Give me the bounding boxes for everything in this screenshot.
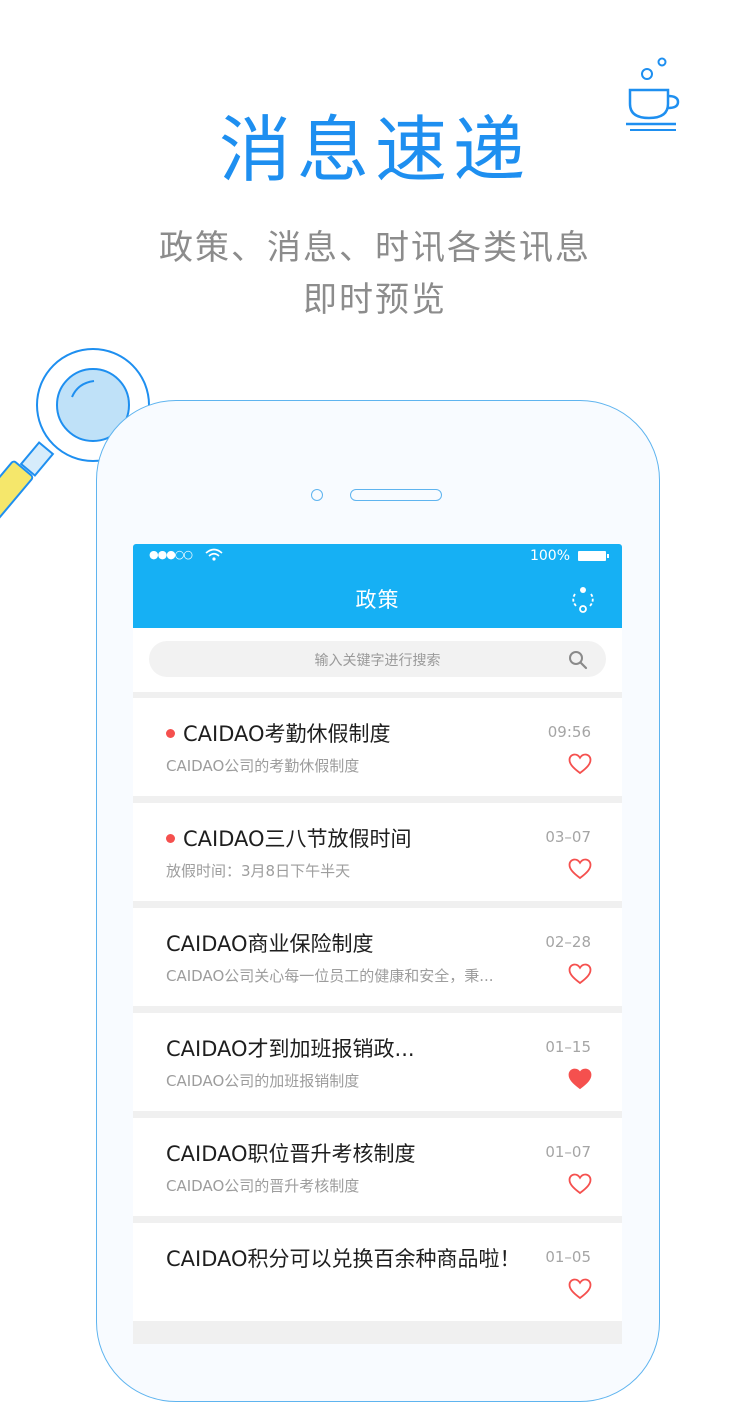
item-subtitle: CAIDAO公司的考勤休假制度 bbox=[166, 757, 360, 775]
search-bar: 输入关键字进行搜索 bbox=[133, 628, 622, 692]
item-date: 01–15 bbox=[545, 1038, 591, 1056]
heart-outline-icon[interactable] bbox=[568, 963, 592, 985]
list-item[interactable]: CAIDAO三八节放假时间 放假时间：3月8日下午半天 03–07 bbox=[133, 803, 622, 901]
search-placeholder: 输入关键字进行搜索 bbox=[314, 653, 441, 669]
list-item[interactable]: CAIDAO积分可以兑换百余种商品啦！ 01–05 bbox=[133, 1223, 622, 1321]
item-subtitle: 放假时间：3月8日下午半天 bbox=[166, 862, 351, 880]
page-title: 政策 bbox=[355, 588, 400, 612]
search-input[interactable]: 输入关键字进行搜索 bbox=[149, 641, 606, 677]
item-date: 09:56 bbox=[547, 723, 591, 741]
item-title: CAIDAO三八节放假时间 bbox=[183, 827, 412, 851]
promo-subline: 政策、消息、时讯各类讯息 bbox=[159, 228, 591, 268]
item-subtitle: CAIDAO公司的加班报销制度 bbox=[166, 1072, 360, 1090]
item-date: 03–07 bbox=[545, 828, 591, 846]
item-title: CAIDAO积分可以兑换百余种商品啦！ bbox=[166, 1247, 521, 1271]
unread-dot bbox=[166, 834, 175, 843]
list-item[interactable]: CAIDAO才到加班报销政... CAIDAO公司的加班报销制度 01–15 bbox=[133, 1013, 622, 1111]
signal-icon: ●●●○○ bbox=[149, 548, 193, 561]
heart-outline-icon[interactable] bbox=[568, 1173, 592, 1195]
nav-bar: 政策 bbox=[133, 568, 622, 628]
search-icon[interactable] bbox=[568, 650, 588, 670]
item-title: CAIDAO商业保险制度 bbox=[166, 932, 374, 956]
refresh-people-icon[interactable] bbox=[568, 584, 598, 614]
battery-percent: 100% bbox=[529, 548, 570, 564]
item-subtitle: CAIDAO公司的晋升考核制度 bbox=[166, 1177, 360, 1195]
item-title: CAIDAO职位晋升考核制度 bbox=[166, 1142, 416, 1166]
phone-speaker bbox=[350, 489, 442, 501]
heart-outline-icon[interactable] bbox=[568, 753, 592, 775]
list-item[interactable]: CAIDAO考勤休假制度 CAIDAO公司的考勤休假制度 09:56 bbox=[133, 698, 622, 796]
item-title: CAIDAO才到加班报销政... bbox=[166, 1037, 415, 1061]
list-item[interactable]: CAIDAO商业保险制度 CAIDAO公司关心每一位员工的健康和安全，秉... … bbox=[133, 908, 622, 1006]
list-item[interactable]: CAIDAO职位晋升考核制度 CAIDAO公司的晋升考核制度 01–07 bbox=[133, 1118, 622, 1216]
status-bar: ●●●○○ 100% bbox=[133, 544, 622, 568]
heart-outline-icon[interactable] bbox=[568, 858, 592, 880]
wifi-icon bbox=[205, 548, 223, 561]
unread-dot bbox=[166, 729, 175, 738]
app-screen: ●●●○○ 100% 政策 输入关键字进行搜索 CAIDAO考勤休假制度 CAI… bbox=[133, 544, 622, 1344]
item-subtitle: CAIDAO公司关心每一位员工的健康和安全，秉... bbox=[166, 967, 494, 985]
promo-subline-2: 即时预览 bbox=[303, 280, 447, 320]
item-date: 01–05 bbox=[545, 1248, 591, 1266]
heart-filled-icon[interactable] bbox=[568, 1068, 592, 1090]
item-date: 01–07 bbox=[545, 1143, 591, 1161]
teacup-icon bbox=[626, 57, 680, 131]
policy-list: CAIDAO考勤休假制度 CAIDAO公司的考勤休假制度 09:56 CAIDA… bbox=[133, 698, 622, 1328]
item-date: 02–28 bbox=[545, 933, 591, 951]
battery-icon bbox=[578, 551, 609, 561]
heart-outline-icon[interactable] bbox=[568, 1278, 592, 1300]
phone-camera bbox=[311, 489, 323, 501]
item-title: CAIDAO考勤休假制度 bbox=[183, 722, 391, 746]
